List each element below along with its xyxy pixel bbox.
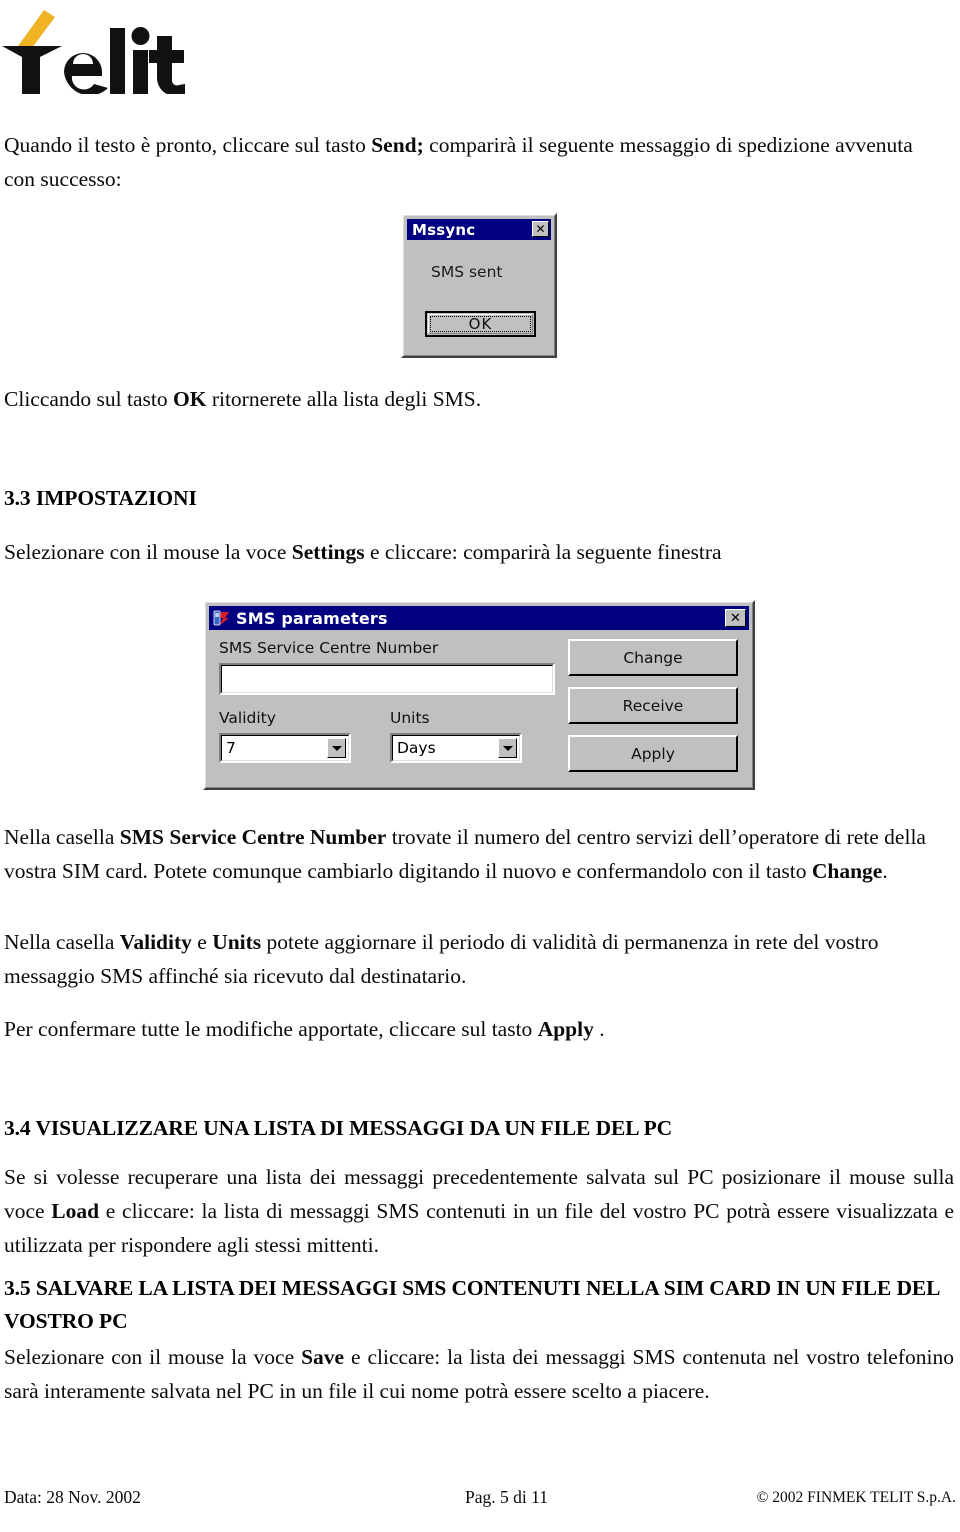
units-combobox[interactable]: Days (390, 733, 522, 763)
pa-bold-apply: Apply (537, 1017, 594, 1041)
mssync-titlebar[interactable]: Mssync ✕ (407, 219, 551, 240)
mssync-dialog: Mssync ✕ SMS sent OK (401, 213, 557, 358)
chevron-down-glyph (331, 745, 342, 751)
logo-accent-stroke (18, 10, 55, 52)
service-centre-paragraph: Nella casella SMS Service Centre Number … (4, 820, 949, 888)
pv-bold-validity: Validity (119, 930, 192, 954)
close-icon[interactable]: ✕ (725, 609, 746, 627)
service-centre-label: SMS Service Centre Number (219, 639, 439, 657)
telit-logo-svg (2, 10, 185, 94)
logo-letter-t (2, 46, 62, 94)
chevron-down-icon[interactable] (327, 738, 346, 758)
units-combobox-inner: Days (392, 735, 520, 761)
psc-bold-change: Change (811, 859, 883, 883)
psc-text-1: Nella casella (4, 825, 120, 849)
after-ok-text-2: ritornerete alla lista degli SMS. (206, 387, 482, 411)
section-heading-3-5: 3.5 SALVARE LA LISTA DEI MESSAGGI SMS CO… (4, 1276, 940, 1333)
units-value: Days (397, 739, 436, 757)
section-3-4-paragraph: Se si volesse recuperare una lista dei m… (4, 1160, 954, 1262)
footer-copyright: © 2002 FINMEK TELIT S.p.A. (756, 1489, 956, 1506)
chevron-down-glyph (502, 745, 513, 751)
telit-logo (0, 2, 200, 94)
pv-text-1: Nella casella (4, 930, 120, 954)
logo-letter-e (64, 53, 108, 94)
phone-app-icon (213, 609, 231, 627)
psc-bold-scn: SMS Service Centre Number (119, 825, 387, 849)
page-footer: Data: 28 Nov. 2002 Pag. 5 di 11 © 2002 F… (0, 1487, 960, 1517)
s33-text-1: Selezionare con il mouse la voce (4, 540, 292, 564)
footer-date: Data: 28 Nov. 2002 (4, 1487, 141, 1507)
section-3-3-paragraph: Selezionare con il mouse la voce Setting… (4, 535, 939, 569)
validity-label: Validity (219, 709, 276, 727)
s33-bold-settings: Settings (291, 540, 365, 564)
pa-text-2: . (593, 1017, 605, 1041)
validity-value: 7 (226, 739, 236, 757)
section-3-5-paragraph: Selezionare con il mouse la voce Save e … (4, 1340, 954, 1408)
validity-combobox-inner: 7 (221, 735, 349, 761)
s35-bold-save: Save (301, 1345, 345, 1369)
intro-text-1: Quando il testo è pronto, cliccare sul t… (4, 133, 372, 157)
after-ok-bold-ok: OK (173, 387, 207, 411)
section-heading-3-3: 3.3 IMPOSTAZIONI (4, 486, 197, 510)
validity-combobox[interactable]: 7 (219, 733, 351, 763)
sms-parameters-dialog: SMS parameters ✕ SMS Service Centre Numb… (203, 600, 755, 790)
close-icon[interactable]: ✕ (532, 221, 549, 237)
service-centre-input[interactable] (219, 663, 555, 695)
section-heading-3-4: 3.4 VISUALIZZARE UNA LISTA DI MESSAGGI D… (4, 1116, 673, 1140)
s35-text-1: Selezionare con il mouse la voce (4, 1345, 302, 1369)
logo-letter-t2 (149, 36, 185, 94)
mssync-message: SMS sent (431, 263, 503, 281)
pa-text-1: Per confermare tutte le modifiche apport… (4, 1017, 538, 1041)
service-centre-input-value (221, 665, 553, 693)
units-label: Units (390, 709, 430, 727)
sms-parameters-title: SMS parameters (236, 608, 388, 628)
change-button[interactable]: Change (568, 639, 738, 676)
s34-bold-load: Load (51, 1199, 100, 1223)
logo-letter-i-stem (133, 50, 148, 94)
after-ok-text-1: Cliccando sul tasto (4, 387, 173, 411)
pv-bold-units: Units (212, 930, 262, 954)
intro-paragraph: Quando il testo è pronto, cliccare sul t… (4, 128, 939, 196)
psc-text-3: . (882, 859, 888, 883)
after-ok-paragraph: Cliccando sul tasto OK ritornerete alla … (4, 382, 939, 416)
footer-page: Pag. 5 di 11 (465, 1487, 548, 1507)
logo-letter-i-dot (131, 27, 150, 45)
validity-units-paragraph: Nella casella Validity e Units potete ag… (4, 925, 949, 993)
logo-letter-l (110, 28, 125, 94)
phone-app-icon-svg (213, 610, 229, 626)
sms-parameters-titlebar[interactable]: SMS parameters ✕ (209, 606, 749, 630)
ok-button-label: OK (430, 315, 531, 333)
chevron-down-icon[interactable] (498, 738, 517, 758)
receive-button[interactable]: Receive (568, 687, 738, 724)
intro-bold-send: Send; (371, 133, 424, 157)
s33-text-2: e cliccare: comparirà la seguente finest… (364, 540, 722, 564)
ok-button[interactable]: OK (425, 311, 536, 337)
mssync-title: Mssync (412, 220, 476, 239)
apply-button[interactable]: Apply (568, 735, 738, 772)
pv-text-2: e (191, 930, 213, 954)
s34-text-2: e cliccare: la lista di messaggi SMS con… (4, 1199, 955, 1257)
apply-paragraph: Per confermare tutte le modifiche apport… (4, 1012, 949, 1046)
